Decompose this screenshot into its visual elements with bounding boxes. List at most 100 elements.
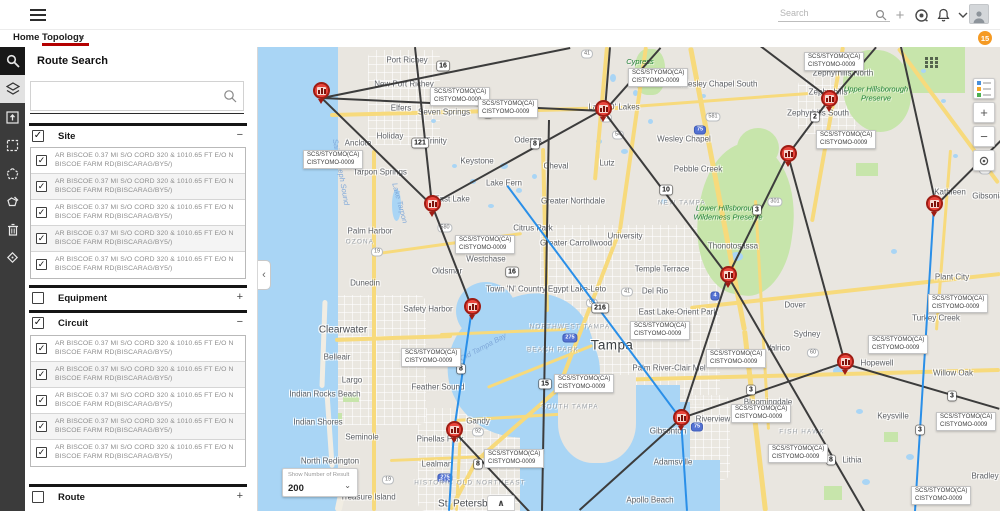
node-label[interactable]: SCS/STYOMO(CA) CISTYOMO-0009 xyxy=(816,130,877,149)
link-count-badge[interactable]: 216 xyxy=(592,303,608,313)
result-item[interactable]: ✓ AR BISCOE 0.37 MI S/O CORD 320 & 1010.6… xyxy=(31,200,245,226)
link-count-badge[interactable]: 8 xyxy=(531,139,539,149)
polygon-select-icon[interactable] xyxy=(0,159,25,187)
node-label[interactable]: SCS/STYOMO(CA) CISTYOMO-0009 xyxy=(484,449,545,468)
collapse-toggle[interactable]: − xyxy=(237,316,243,328)
item-checkbox[interactable]: ✓ xyxy=(36,207,47,218)
expand-toggle[interactable]: + xyxy=(237,490,243,502)
site-marker[interactable] xyxy=(780,145,799,169)
node-label[interactable]: SCS/STYOMO(CA) CISTYOMO-0009 xyxy=(768,444,829,463)
close-tab-icon[interactable]: × xyxy=(79,32,84,42)
result-item[interactable]: ✓ AR BISCOE 0.37 MI S/O CORD 320 & 1010.6… xyxy=(31,414,245,440)
item-checkbox[interactable]: ✓ xyxy=(36,343,47,354)
site-marker[interactable] xyxy=(424,195,443,219)
node-label[interactable]: SCS/STYOMO(CA) CISTYOMO-0009 xyxy=(928,294,989,313)
link-count-badge[interactable]: 2 xyxy=(811,112,819,122)
result-item[interactable]: ✓ AR BISCOE 0.37 MI S/O CORD 320 & 1010.6… xyxy=(31,362,245,388)
polygon-erase-icon[interactable] xyxy=(0,187,25,215)
link-count-badge[interactable]: 16 xyxy=(506,267,518,277)
link-count-badge[interactable]: 121 xyxy=(412,138,428,148)
node-label[interactable]: SCS/STYOMO(CA) CISTYOMO-0009 xyxy=(706,349,767,368)
section-header-equipment[interactable]: Equipment + xyxy=(29,289,247,309)
tab-topology[interactable]: Topology xyxy=(42,32,84,43)
map-canvas[interactable]: + − Show Number of Result 200 ⌄ ∧ 19 19 58… xyxy=(258,47,1000,511)
result-item[interactable]: ✓ AR BISCOE 0.37 MI S/O CORD 320 & 1010.6… xyxy=(31,148,245,174)
node-label[interactable]: SCS/STYOMO(CA) CISTYOMO-0009 xyxy=(554,374,615,393)
node-label[interactable]: SCS/STYOMO(CA) CISTYOMO-0009 xyxy=(455,235,516,254)
route-search-box[interactable] xyxy=(30,81,244,111)
node-label[interactable]: SCS/STYOMO(CA) CISTYOMO-0009 xyxy=(630,321,691,340)
collapse-toggle[interactable]: − xyxy=(237,129,243,141)
site-marker[interactable] xyxy=(821,90,840,114)
user-avatar[interactable] xyxy=(969,4,989,24)
item-checkbox[interactable]: ✓ xyxy=(36,259,47,270)
route-search-input[interactable] xyxy=(31,82,217,110)
equipment-checkbox[interactable] xyxy=(32,292,44,304)
link-count-badge[interactable]: 3 xyxy=(916,425,924,435)
rectangle-select-icon[interactable] xyxy=(0,131,25,159)
item-checkbox[interactable]: ✓ xyxy=(36,369,47,380)
result-count-control[interactable]: Show Number of Result 200 ⌄ xyxy=(282,468,358,497)
locate-button[interactable] xyxy=(973,150,995,171)
zoom-out-button[interactable]: − xyxy=(973,126,995,147)
export-selection-icon[interactable] xyxy=(0,103,25,131)
notification-count-badge[interactable]: 15 xyxy=(978,31,992,45)
result-item[interactable]: ✓ AR BISCOE 0.37 MI S/O CORD 320 & 1010.6… xyxy=(31,336,245,362)
zoom-in-button[interactable]: + xyxy=(973,102,995,123)
site-marker[interactable] xyxy=(464,298,483,322)
site-marker[interactable] xyxy=(837,353,856,377)
site-checkbox[interactable]: ✓ xyxy=(32,130,44,142)
circuit-checkbox[interactable]: ✓ xyxy=(32,317,44,329)
site-marker[interactable] xyxy=(313,82,332,106)
tab-home[interactable]: Home xyxy=(13,32,39,43)
layers-tool-icon[interactable] xyxy=(0,75,25,103)
site-marker[interactable] xyxy=(595,100,614,124)
item-checkbox[interactable]: ✓ xyxy=(36,447,47,458)
item-checkbox[interactable]: ✓ xyxy=(36,181,47,192)
section-header-site[interactable]: ✓ Site − xyxy=(29,127,247,147)
link-count-badge[interactable]: 3 xyxy=(948,391,956,401)
node-label[interactable]: SCS/STYOMO(CA) CISTYOMO-0009 xyxy=(936,412,997,431)
result-item[interactable]: ✓ AR BISCOE 0.37 MI S/O CORD 320 & 1010.6… xyxy=(31,174,245,200)
node-label[interactable]: SCS/STYOMO(CA) CISTYOMO-0009 xyxy=(628,68,689,87)
link-count-badge[interactable]: 15 xyxy=(539,379,551,389)
result-count-value[interactable]: 200 xyxy=(288,483,304,494)
result-item[interactable]: ✓ AR BISCOE 0.37 MI S/O CORD 320 & 1010.6… xyxy=(31,388,245,414)
link-count-badge[interactable]: 3 xyxy=(747,385,755,395)
site-marker[interactable] xyxy=(446,421,465,445)
node-label[interactable]: SCS/STYOMO(CA) CISTYOMO-0009 xyxy=(911,486,972,505)
expand-toggle[interactable]: + xyxy=(237,291,243,303)
item-checkbox[interactable]: ✓ xyxy=(36,233,47,244)
site-marker[interactable] xyxy=(720,266,739,290)
hamburger-menu-icon[interactable] xyxy=(30,9,46,21)
node-label[interactable]: SCS/STYOMO(CA) CISTYOMO-0009 xyxy=(868,335,929,354)
result-item[interactable]: ✓ AR BISCOE 0.37 MI S/O CORD 320 & 1010.6… xyxy=(31,440,245,466)
node-label[interactable]: SCS/STYOMO(CA) CISTYOMO-0009 xyxy=(401,348,462,367)
map-legend-button[interactable] xyxy=(973,78,995,99)
notifications-bell-icon[interactable] xyxy=(934,6,952,24)
support-icon[interactable] xyxy=(912,6,930,24)
link-count-badge[interactable]: 10 xyxy=(660,185,672,195)
node-label[interactable]: SCS/STYOMO(CA) CISTYOMO-0009 xyxy=(731,404,792,423)
node-label[interactable]: SCS/STYOMO(CA) CISTYOMO-0009 xyxy=(804,52,865,71)
item-checkbox[interactable]: ✓ xyxy=(36,155,47,166)
section-header-circuit[interactable]: ✓ Circuit − xyxy=(29,314,247,334)
item-checkbox[interactable]: ✓ xyxy=(36,421,47,432)
add-icon[interactable]: + xyxy=(891,6,909,24)
site-marker[interactable] xyxy=(673,409,692,433)
result-item[interactable]: ✓ AR BISCOE 0.37 MI S/O CORD 320 & 1010.6… xyxy=(31,252,245,278)
item-checkbox[interactable]: ✓ xyxy=(36,395,47,406)
search-icon[interactable] xyxy=(872,6,890,24)
node-label[interactable]: SCS/STYOMO(CA) CISTYOMO-0009 xyxy=(478,99,539,118)
trash-icon[interactable] xyxy=(0,215,25,243)
chevron-down-icon[interactable]: ⌄ xyxy=(344,481,351,490)
route-checkbox[interactable] xyxy=(32,491,44,503)
section-header-route[interactable]: Route + xyxy=(29,488,247,508)
map-panel-collapse-button[interactable]: ∧ xyxy=(487,495,515,511)
search-tool-icon[interactable] xyxy=(0,47,25,75)
panel-collapse-handle[interactable]: ‹ xyxy=(258,260,271,290)
link-count-badge[interactable]: 16 xyxy=(437,61,449,71)
search-icon[interactable] xyxy=(223,89,237,108)
link-count-badge[interactable]: 8 xyxy=(474,459,482,469)
measure-diamond-icon[interactable] xyxy=(0,243,25,271)
